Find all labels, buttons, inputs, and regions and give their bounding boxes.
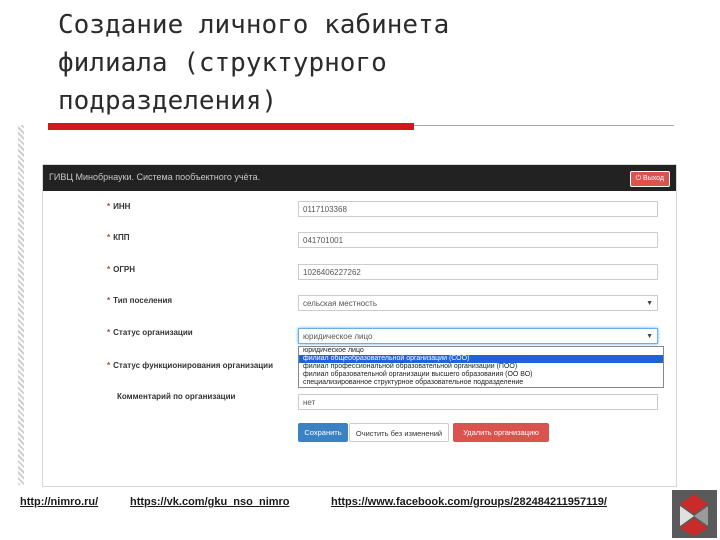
footer-link-vk[interactable]: https://vk.com/gku_nso_nimro (130, 496, 290, 508)
title-divider-line (414, 125, 674, 126)
app-screenshot: ГИВЦ Минобрнауки. Система пообъектного у… (42, 164, 677, 487)
settlement-type-value: сельская местность (303, 299, 378, 308)
logout-icon: ⏻ (635, 175, 644, 182)
clear-button[interactable]: Очистить без изменений (349, 423, 449, 442)
navbar: ГИВЦ Минобрнауки. Система пообъектного у… (43, 165, 676, 191)
settlement-type-select[interactable]: сельская местность ▼ (298, 295, 658, 311)
caret-down-icon: ▼ (646, 300, 653, 307)
delete-organization-button[interactable]: Удалить организацию (453, 423, 549, 442)
dropdown-option[interactable]: юридическое лицо (299, 347, 663, 355)
save-button[interactable]: Сохранить (298, 423, 348, 442)
slide-title: Создание личного кабинета филиала (струк… (58, 10, 450, 116)
title-accent-bar (48, 123, 414, 130)
footer-link-site[interactable]: http://nimro.ru/ (20, 496, 98, 508)
org-status-select[interactable]: юридическое лицо ▼ (298, 328, 658, 344)
org-status-label-text: Статус организации (113, 328, 193, 337)
dropdown-option[interactable]: филиал образовательной организации высше… (299, 371, 663, 379)
navbar-brand[interactable]: ГИВЦ Минобрнауки. Система пообъектного у… (49, 172, 260, 182)
footer-link-facebook[interactable]: https://www.facebook.com/groups/28248421… (331, 496, 607, 508)
kpp-label-text: КПП (113, 233, 130, 242)
org-status-dropdown: юридическое лицо филиал общеобразователь… (298, 346, 664, 388)
left-decorative-stripe (18, 125, 24, 485)
org-status-label: * Статус организации (107, 328, 193, 337)
ogrn-label: * ОГРН (107, 265, 135, 274)
logout-button[interactable]: ⏻ Выход (629, 171, 670, 187)
org-status-value: юридическое лицо (303, 332, 373, 341)
ogrn-input[interactable]: 1026406227262 (298, 264, 658, 280)
functioning-status-label: * Статус функционирования организации (107, 361, 273, 370)
required-mark: * (107, 233, 111, 242)
dropdown-option[interactable]: филиал профессиональной образовательной … (299, 363, 663, 371)
required-mark: * (107, 265, 111, 274)
caret-down-icon: ▼ (646, 333, 653, 340)
decorative-logo-icon (672, 490, 717, 538)
functioning-status-label-text: Статус функционирования организации (113, 361, 274, 370)
inn-label-text: ИНН (113, 202, 131, 211)
kpp-input[interactable]: 041701001 (298, 232, 658, 248)
comment-label: Комментарий по организации (117, 392, 236, 401)
required-mark: * (107, 296, 111, 305)
ogrn-label-text: ОГРН (113, 265, 135, 274)
required-mark: * (107, 328, 111, 337)
inn-label: * ИНН (107, 202, 130, 211)
kpp-label: * КПП (107, 233, 130, 242)
dropdown-option[interactable]: специализированное структурное образоват… (299, 379, 663, 387)
settlement-type-label-text: Тип поселения (113, 296, 173, 305)
logout-label: Выход (643, 175, 664, 182)
dropdown-option-selected[interactable]: филиал общеобразовательной организации (… (299, 355, 663, 363)
required-mark: * (107, 202, 111, 211)
comment-input[interactable]: нет (298, 394, 658, 410)
inn-input[interactable]: 0117103368 (298, 201, 658, 217)
settlement-type-label: * Тип поселения (107, 296, 172, 305)
required-mark: * (107, 361, 111, 370)
